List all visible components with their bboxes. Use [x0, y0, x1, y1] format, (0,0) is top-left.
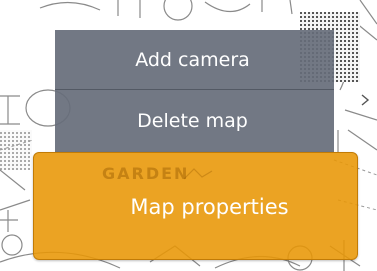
- context-menu: Add camera Delete map GARDEN Map propert…: [0, 0, 377, 271]
- menu-item-label: Add camera: [135, 48, 250, 71]
- menu-item-label: Map properties: [130, 195, 289, 219]
- menu-item-label: Delete map: [137, 110, 248, 132]
- menu-item-map-properties[interactable]: GARDEN Map properties: [33, 152, 358, 260]
- menu-item-delete-map[interactable]: Delete map: [55, 90, 334, 152]
- map-area-label: GARDEN: [102, 164, 190, 183]
- map-marker-icon: [184, 168, 213, 180]
- menu-item-add-camera[interactable]: Add camera: [55, 30, 334, 90]
